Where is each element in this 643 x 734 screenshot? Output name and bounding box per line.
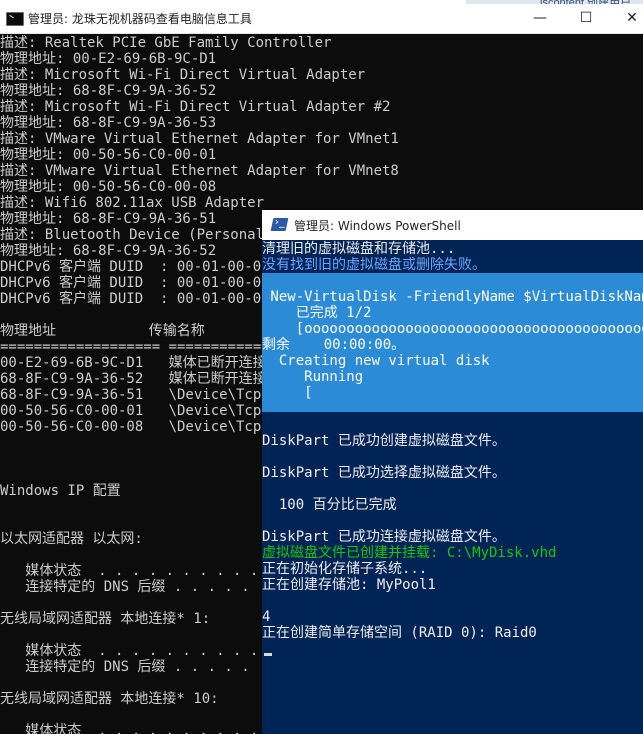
powershell-output-line: 清理旧的虚拟磁盘和存储池... xyxy=(262,241,456,257)
cmd-output-line: 媒体状态 . . . . . . . . . . . xyxy=(0,723,276,734)
cmd-output-line: 00-50-56-C0-00-01 \Device\Tcpip xyxy=(0,403,279,419)
terminal-icon xyxy=(6,12,24,26)
cmd-output-line: 物理地址: 68-8F-C9-9A-36-51 xyxy=(0,211,217,227)
powershell-output-line: 正在创建简单存储空间 (RAID 0): Raid0 xyxy=(262,625,537,641)
cmd-output-line: 物理地址: 68-8F-C9-9A-36-52 xyxy=(0,243,217,259)
cmd-output-line: 连接特定的 DNS 后缀 . . . . . xyxy=(0,659,250,675)
powershell-icon xyxy=(270,218,289,231)
cmd-output-line: 物理地址: 00-50-56-C0-00-01 xyxy=(0,147,217,163)
maximize-button[interactable]: ☐ xyxy=(564,4,608,32)
cmd-output-line: 物理地址: 00-50-56-C0-00-08 xyxy=(0,179,217,195)
cmd-output-line: 00-50-56-C0-00-08 \Device\Tcpip xyxy=(0,419,279,435)
powershell-window: 管理员: Windows PowerShell 清理旧的虚拟磁盘和存储池...没… xyxy=(262,210,643,734)
cmd-output-line: 无线局域网适配器 本地连接* 10: xyxy=(0,691,219,707)
cmd-output-line: DHCPv6 客户端 DUID : 00-01-00-01 xyxy=(0,259,270,275)
powershell-output-line: 正在初始化存储子系统... xyxy=(262,561,428,577)
powershell-output-line: Running xyxy=(262,369,364,385)
powershell-output-line: DiskPart 已成功选择虚拟磁盘文件。 xyxy=(262,465,506,481)
powershell-output-line: 剩余 00:00:00。 xyxy=(262,337,406,353)
minimize-button[interactable]: — xyxy=(518,4,562,32)
cmd-output-line: 00-E2-69-6B-9C-D1 媒体已断开连接 xyxy=(0,355,267,371)
cmd-output-line: 描述: VMware Virtual Ethernet Adapter for … xyxy=(0,131,399,147)
cmd-output-line: 描述: Realtek PCIe GbE Family Controller xyxy=(0,35,332,51)
cmd-title-bar[interactable]: 管理员: 龙珠无视机器码查看电脑信息工具 — ☐ ✕ xyxy=(0,4,643,34)
powershell-output-line: DiskPart 已成功创建虚拟磁盘文件。 xyxy=(262,433,506,449)
powershell-output-line: 已完成 1/2 xyxy=(262,305,372,321)
cmd-output-line: 以太网适配器 以太网: xyxy=(0,531,143,547)
cmd-output-line: 连接特定的 DNS 后缀 . . . . . xyxy=(0,579,250,595)
powershell-output-line: New-VirtualDisk -FriendlyName $VirtualDi… xyxy=(262,289,643,305)
cmd-output-line: 68-8F-C9-9A-36-52 媒体已断开连接 xyxy=(0,371,267,387)
cmd-output-line: DHCPv6 客户端 DUID : 00-01-00-01 xyxy=(0,275,270,291)
powershell-output-line: 没有找到旧的虚拟磁盘或删除失败。 xyxy=(262,257,486,273)
cmd-output-line: 描述: Wifi6 802.11ax USB Adapter xyxy=(0,195,265,211)
powershell-window-title: 管理员: Windows PowerShell xyxy=(294,219,461,233)
cmd-output-line: 描述: Bluetooth Device (Personal xyxy=(0,227,265,243)
cmd-output-line: DHCPv6 客户端 DUID : 00-01-00-01 xyxy=(0,291,270,307)
cmd-output-line: 描述: Microsoft Wi-Fi Direct Virtual Adapt… xyxy=(0,99,391,115)
powershell-console-output[interactable]: 清理旧的虚拟磁盘和存储池... 没有找到旧的虚拟磁盘或删除失败。 New-Virt… xyxy=(262,240,643,734)
powershell-output-line: 虚拟磁盘文件已创建并挂载: C:\MyDisk.vhd xyxy=(262,545,557,561)
powershell-title-bar[interactable]: 管理员: Windows PowerShell xyxy=(262,210,643,241)
powershell-output-line: [ xyxy=(262,385,313,401)
cmd-output-line: 物理地址 传输名称 xyxy=(0,323,205,339)
cmd-output-line: 物理地址: 68-8F-C9-9A-36-52 xyxy=(0,83,217,99)
powershell-output-line: 正在创建存储池: MyPool1 xyxy=(262,577,436,593)
powershell-output-line: Creating new virtual disk xyxy=(262,353,490,369)
cmd-output-line: 描述: Microsoft Wi-Fi Direct Virtual Adapt… xyxy=(0,67,366,83)
cmd-output-line: 媒体状态 . . . . . . . . . . . xyxy=(0,563,276,579)
close-button[interactable]: ✕ xyxy=(610,4,643,32)
powershell-output-line: 4 xyxy=(262,609,271,625)
powershell-output-line: DiskPart 已成功连接虚拟磁盘文件。 xyxy=(262,529,506,545)
powershell-output-line: 100 百分比已完成 xyxy=(262,497,397,513)
cmd-output-line: 68-8F-C9-9A-36-51 \Device\Tcpip xyxy=(0,387,279,403)
cmd-output-line: 物理地址: 00-E2-69-6B-9C-D1 xyxy=(0,51,217,67)
text-cursor xyxy=(264,653,272,656)
cmd-output-line: 媒体状态 . . . . . . . . . . . xyxy=(0,643,276,659)
cmd-output-line: 物理地址: 68-8F-C9-9A-36-53 xyxy=(0,115,217,131)
cmd-output-line: 描述: VMware Virtual Ethernet Adapter for … xyxy=(0,163,399,179)
cmd-window-title: 管理员: 龙珠无视机器码查看电脑信息工具 xyxy=(28,12,252,26)
powershell-output-line: [ooooooooooooooooooooooooooooooooooooooo… xyxy=(295,321,643,337)
cmd-output-line: 无线局域网适配器 本地连接* 1: xyxy=(0,611,211,627)
cmd-output-line: =================== ============= xyxy=(0,339,279,355)
cmd-output-line: Windows IP 配置 xyxy=(0,483,121,499)
